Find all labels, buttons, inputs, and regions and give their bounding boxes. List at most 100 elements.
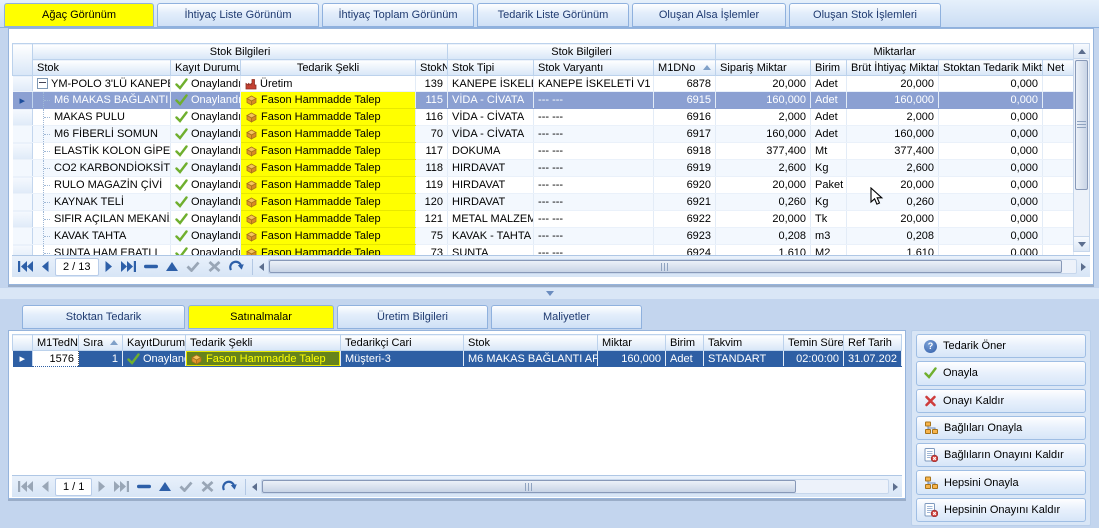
vscroll-down-arrow[interactable] (1074, 236, 1089, 251)
cell-kayit-durumu[interactable]: Onaylandı (171, 109, 241, 126)
cell-m1tedno[interactable]: 1576 (33, 351, 79, 367)
cell-birim[interactable]: Kg (811, 160, 847, 177)
cell-birim[interactable]: Tk (811, 211, 847, 228)
nav-post-button[interactable] (184, 258, 202, 276)
tab-ihtiyac-liste-gorunum[interactable]: İhtiyaç Liste Görünüm (157, 3, 319, 27)
cell-stoktan[interactable]: 0,000 (939, 228, 1043, 245)
cell-stok[interactable]: ELASTİK KOLON GİPESİZ (33, 143, 171, 160)
tree-row[interactable]: ▸M6 MAKAS BAĞLANTI APAROnaylandıFason Ha… (13, 92, 1074, 109)
row-indicator-cell[interactable] (13, 76, 33, 92)
cell-brut[interactable]: 20,000 (847, 211, 939, 228)
tab-olusan-alsa-islemler[interactable]: Oluşan Alsa İşlemler (632, 3, 786, 27)
cell-siparis[interactable]: 2,000 (716, 109, 811, 126)
cell-stokno[interactable]: 116 (416, 109, 448, 126)
cell-tedarik-sekli[interactable]: Fason Hammadde Talep (241, 194, 416, 211)
cell-varyant[interactable]: --- --- (534, 160, 654, 177)
column-header-m1tedno[interactable]: M1TedNo (33, 335, 79, 351)
cell-tedarik-sekli[interactable]: Fason Hammadde Talep (241, 143, 416, 160)
nav-prev-button[interactable] (39, 478, 51, 496)
cell-ref[interactable]: 31.07.202 (844, 351, 902, 367)
cell-siparis[interactable]: 377,400 (716, 143, 811, 160)
tree-collapse-icon[interactable] (37, 78, 48, 89)
cell-kayit-durumu[interactable]: Onaylandı (171, 126, 241, 143)
hepsinin-onayini-kaldir-button[interactable]: Hepsinin Onayını Kaldır (916, 498, 1086, 522)
nav-next-button[interactable] (96, 478, 108, 496)
tree-row[interactable]: KAYNAK TELİOnaylandıFason Hammadde Talep… (13, 194, 1074, 211)
cell-brut[interactable]: 377,400 (847, 143, 939, 160)
cell-stok[interactable]: KAYNAK TELİ (33, 194, 171, 211)
cell-tipi[interactable]: VİDA - CİVATA (448, 92, 534, 109)
cell-varyant[interactable]: KANEPE İSKELETİ V1 V (534, 76, 654, 92)
baglilarin-onayini-kaldir-button[interactable]: Bağlıların Onayını Kaldır (916, 443, 1086, 467)
cell-tedarik-sekli[interactable]: Üretim (241, 76, 416, 92)
nav-last-button[interactable] (112, 478, 131, 496)
cell-varyant[interactable]: --- --- (534, 194, 654, 211)
row-indicator-cell[interactable] (13, 143, 33, 160)
cell-tedarik-sekli[interactable]: Fason Hammadde Talep (241, 177, 416, 194)
nav-edit-button[interactable] (164, 258, 180, 276)
cell-brut[interactable]: 0,260 (847, 194, 939, 211)
row-indicator-cell[interactable] (13, 211, 33, 228)
cell-tipi[interactable]: KANEPE İSKELETİ (448, 76, 534, 92)
hepsini-onayla-button[interactable]: Hepsini Onayla (916, 470, 1086, 494)
cell-brut[interactable]: 20,000 (847, 76, 939, 92)
cell-stokno[interactable]: 117 (416, 143, 448, 160)
purchase-row[interactable]: ▸15761OnaylandıFason Hammadde TalepMüşte… (13, 351, 902, 367)
tree-row[interactable]: RULO MAGAZİN ÇİVİOnaylandıFason Hammadde… (13, 177, 1074, 194)
cell-siparis[interactable]: 0,208 (716, 228, 811, 245)
cell-stokno[interactable]: 119 (416, 177, 448, 194)
cell-stok[interactable]: CO2 KARBONDİOKSİT GAZ (33, 160, 171, 177)
column-header-brut-ihtiyac-miktar[interactable]: Brüt İhtiyaç Miktar (847, 60, 939, 76)
column-header-stok[interactable]: Stok (33, 60, 171, 76)
cell-stokno[interactable]: 115 (416, 92, 448, 109)
cell-net[interactable] (1043, 109, 1074, 126)
cell-varyant[interactable]: --- --- (534, 92, 654, 109)
cell-birim[interactable]: Adet (811, 76, 847, 92)
column-header-kayit-durumu[interactable]: Kayıt Durumu (171, 60, 241, 76)
row-indicator-cell[interactable] (13, 126, 33, 143)
nav-refresh-button[interactable] (227, 258, 246, 276)
cell-stok[interactable]: YM-POLO 3'LÜ KANEPE İSKELE (33, 76, 171, 92)
tedarik-oner-button[interactable]: ?Tedarik Öner (916, 334, 1086, 358)
cell-kayit-durumu[interactable]: Onaylandı (171, 228, 241, 245)
column-group-stok-bilgileri[interactable]: Stok Bilgileri (33, 44, 448, 60)
tab-uretim-bilgileri[interactable]: Üretim Bilgileri (337, 305, 488, 329)
cell-varyant[interactable]: --- --- (534, 143, 654, 160)
column-header-birim[interactable]: Birim (666, 335, 704, 351)
baglilari-onayla-button[interactable]: Bağlıları Onayla (916, 416, 1086, 440)
cell-m1dno[interactable]: 6923 (654, 228, 716, 245)
cell-siparis[interactable]: 0,260 (716, 194, 811, 211)
cell-sira[interactable]: 1 (79, 351, 123, 367)
nav-cancel-button[interactable] (206, 258, 223, 276)
tab-agac-gorunum[interactable]: Ağaç Görünüm (4, 3, 154, 27)
cell-varyant[interactable]: --- --- (534, 211, 654, 228)
cell-tipi[interactable]: HIRDAVAT (448, 160, 534, 177)
cell-net[interactable] (1043, 228, 1074, 245)
nav-delete-button[interactable] (142, 258, 160, 276)
cell-stok[interactable]: SIFIR AÇILAN MEKANİZMA (33, 211, 171, 228)
cell-stoktan[interactable]: 0,000 (939, 76, 1043, 92)
cell-takvim[interactable]: STANDART (704, 351, 784, 367)
tree-row[interactable]: MAKAS PULUOnaylandıFason Hammadde Talep1… (13, 109, 1074, 126)
vertical-scrollbar[interactable] (1073, 43, 1090, 252)
cell-net[interactable] (1043, 194, 1074, 211)
cell-net[interactable] (1043, 211, 1074, 228)
cell-stok[interactable]: KAVAK TAHTA (33, 228, 171, 245)
panel-splitter[interactable] (0, 288, 1099, 299)
cell-brut[interactable]: 2,600 (847, 160, 939, 177)
tree-row[interactable]: SIFIR AÇILAN MEKANİZMAOnaylandıFason Ham… (13, 211, 1074, 228)
cell-birim[interactable]: Mt (811, 143, 847, 160)
column-header-tedarik-sekli[interactable]: Tedarik Şekli (186, 335, 341, 351)
cell-siparis[interactable]: 20,000 (716, 211, 811, 228)
cell-tedarik-sekli[interactable]: Fason Hammadde Talep (186, 351, 341, 367)
cell-stokno[interactable]: 118 (416, 160, 448, 177)
column-header-m1dno[interactable]: M1DNo (654, 60, 716, 76)
cell-net[interactable] (1043, 92, 1074, 109)
cell-birim[interactable]: Kg (811, 194, 847, 211)
nav-first-button[interactable] (16, 258, 35, 276)
column-header-tedarik-sekli[interactable]: Tedarik Şekli (241, 60, 416, 76)
cell-m1dno[interactable]: 6915 (654, 92, 716, 109)
column-header-stokno[interactable]: StokNo (416, 60, 448, 76)
cell-m1dno[interactable]: 6921 (654, 194, 716, 211)
column-group-miktarlar[interactable]: Miktarlar (716, 44, 1074, 60)
